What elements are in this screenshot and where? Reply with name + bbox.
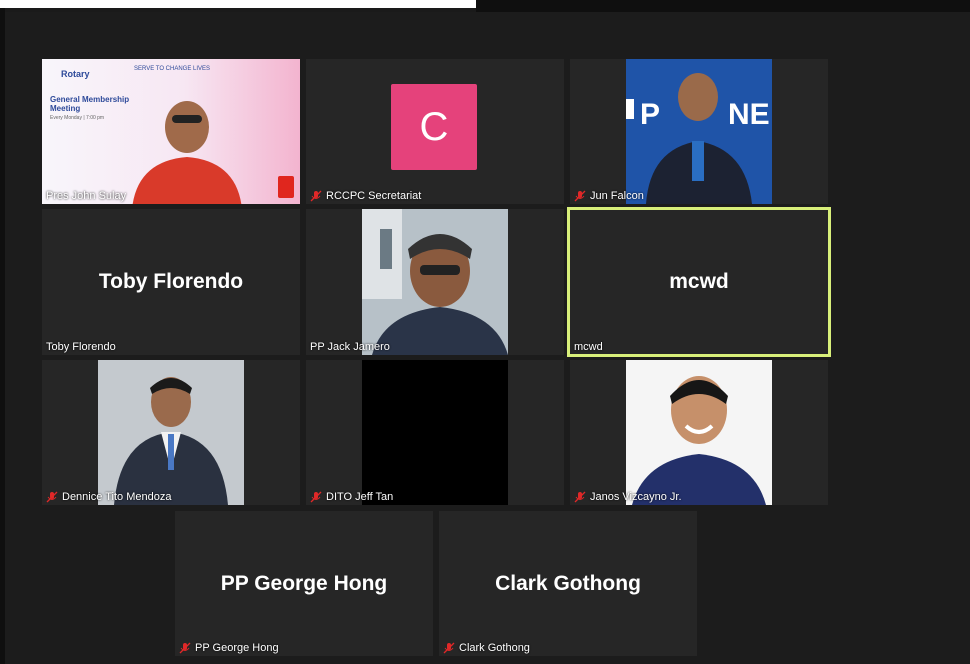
participant-name: DITO Jeff Tan — [326, 491, 394, 503]
mic-muted-icon — [574, 491, 586, 503]
participant-tile[interactable]: PP George Hong PP George Hong — [175, 511, 433, 656]
participant-name-row: Clark Gothong — [443, 642, 530, 654]
participant-tile[interactable]: C RCCPC Secretariat — [306, 59, 564, 204]
participant-tile[interactable]: PP Jack Jamero — [306, 209, 564, 355]
participant-name-row: DITO Jeff Tan — [310, 491, 393, 503]
mic-muted-icon — [443, 642, 455, 654]
mic-muted-icon — [574, 190, 586, 202]
participant-name: Jun Falcon — [590, 190, 644, 202]
participant-name-row: Janos Vizcayno Jr. — [574, 491, 682, 503]
participant-tile[interactable]: DITO Jeff Tan — [306, 360, 564, 505]
rotary-logo: Rotary — [61, 69, 90, 79]
participant-big-name: PP George Hong — [220, 571, 388, 595]
participant-name: Clark Gothong — [459, 642, 530, 654]
participant-big-name: Toby Florendo — [98, 270, 244, 293]
participant-name-row: RCCPC Secretariat — [310, 190, 421, 202]
gallery-view: Rotary SERVE TO CHANGE LIVES General Mem… — [5, 12, 970, 664]
participant-name: Dennice Tito Mendoza — [62, 491, 172, 503]
participant-name: PP Jack Jamero — [310, 341, 390, 353]
participant-tile[interactable]: Janos Vizcayno Jr. — [570, 360, 828, 505]
participant-name-row: PP George Hong — [179, 642, 279, 654]
svg-text:NE: NE — [728, 98, 770, 131]
participant-tile-active-speaker[interactable]: mcwd mcwd — [567, 207, 831, 357]
participant-name-row: PP Jack Jamero — [310, 341, 390, 353]
participant-name: PP George Hong — [195, 642, 279, 654]
participant-big-name: Clark Gothong — [495, 571, 641, 595]
participant-name: mcwd — [574, 341, 603, 353]
person-video — [626, 360, 772, 505]
participant-video: P NE — [626, 59, 772, 204]
participant-name: Janos Vizcayno Jr. — [590, 491, 682, 503]
slogan-text: SERVE TO CHANGE LIVES — [134, 66, 211, 72]
participant-tile[interactable]: P NE Jun Falcon — [570, 59, 828, 204]
person-video: P NE — [626, 73, 770, 204]
participant-name-row: mcwd — [574, 341, 603, 353]
participant-name: RCCPC Secretariat — [326, 190, 422, 202]
person-video — [132, 101, 242, 204]
mic-muted-icon — [179, 642, 191, 654]
participant-tile[interactable]: Rotary SERVE TO CHANGE LIVES General Mem… — [42, 59, 300, 204]
mic-muted-icon — [310, 491, 322, 503]
mic-muted-icon — [46, 491, 58, 503]
person-video — [362, 209, 508, 355]
slide-subtitle: Every Monday | 7:00 pm — [50, 115, 105, 121]
participant-video — [626, 360, 772, 505]
participant-video — [98, 360, 244, 505]
top-bar-dark — [476, 0, 970, 12]
participant-tile[interactable]: Dennice Tito Mendoza — [42, 360, 300, 505]
participant-name: Toby Florendo — [46, 341, 116, 353]
participant-video — [362, 209, 508, 355]
svg-text:P: P — [640, 98, 660, 131]
participant-name: Pres John Sulay — [46, 190, 127, 202]
shared-slide: Rotary SERVE TO CHANGE LIVES General Mem… — [42, 59, 300, 204]
avatar: C — [391, 84, 477, 170]
participant-name-row: Dennice Tito Mendoza — [46, 491, 171, 503]
logo-badge-icon — [278, 176, 294, 198]
participant-name-row: Jun Falcon — [574, 190, 644, 202]
participant-name-row: Toby Florendo — [46, 341, 116, 353]
participant-tile[interactable]: Toby Florendo Toby Florendo — [42, 209, 300, 355]
participant-big-name: mcwd — [669, 270, 729, 293]
person-video — [98, 360, 244, 505]
participant-tile[interactable]: Clark Gothong Clark Gothong — [439, 511, 697, 656]
mic-muted-icon — [310, 190, 322, 202]
top-bar-fragment — [0, 0, 476, 8]
participant-video — [362, 360, 508, 505]
